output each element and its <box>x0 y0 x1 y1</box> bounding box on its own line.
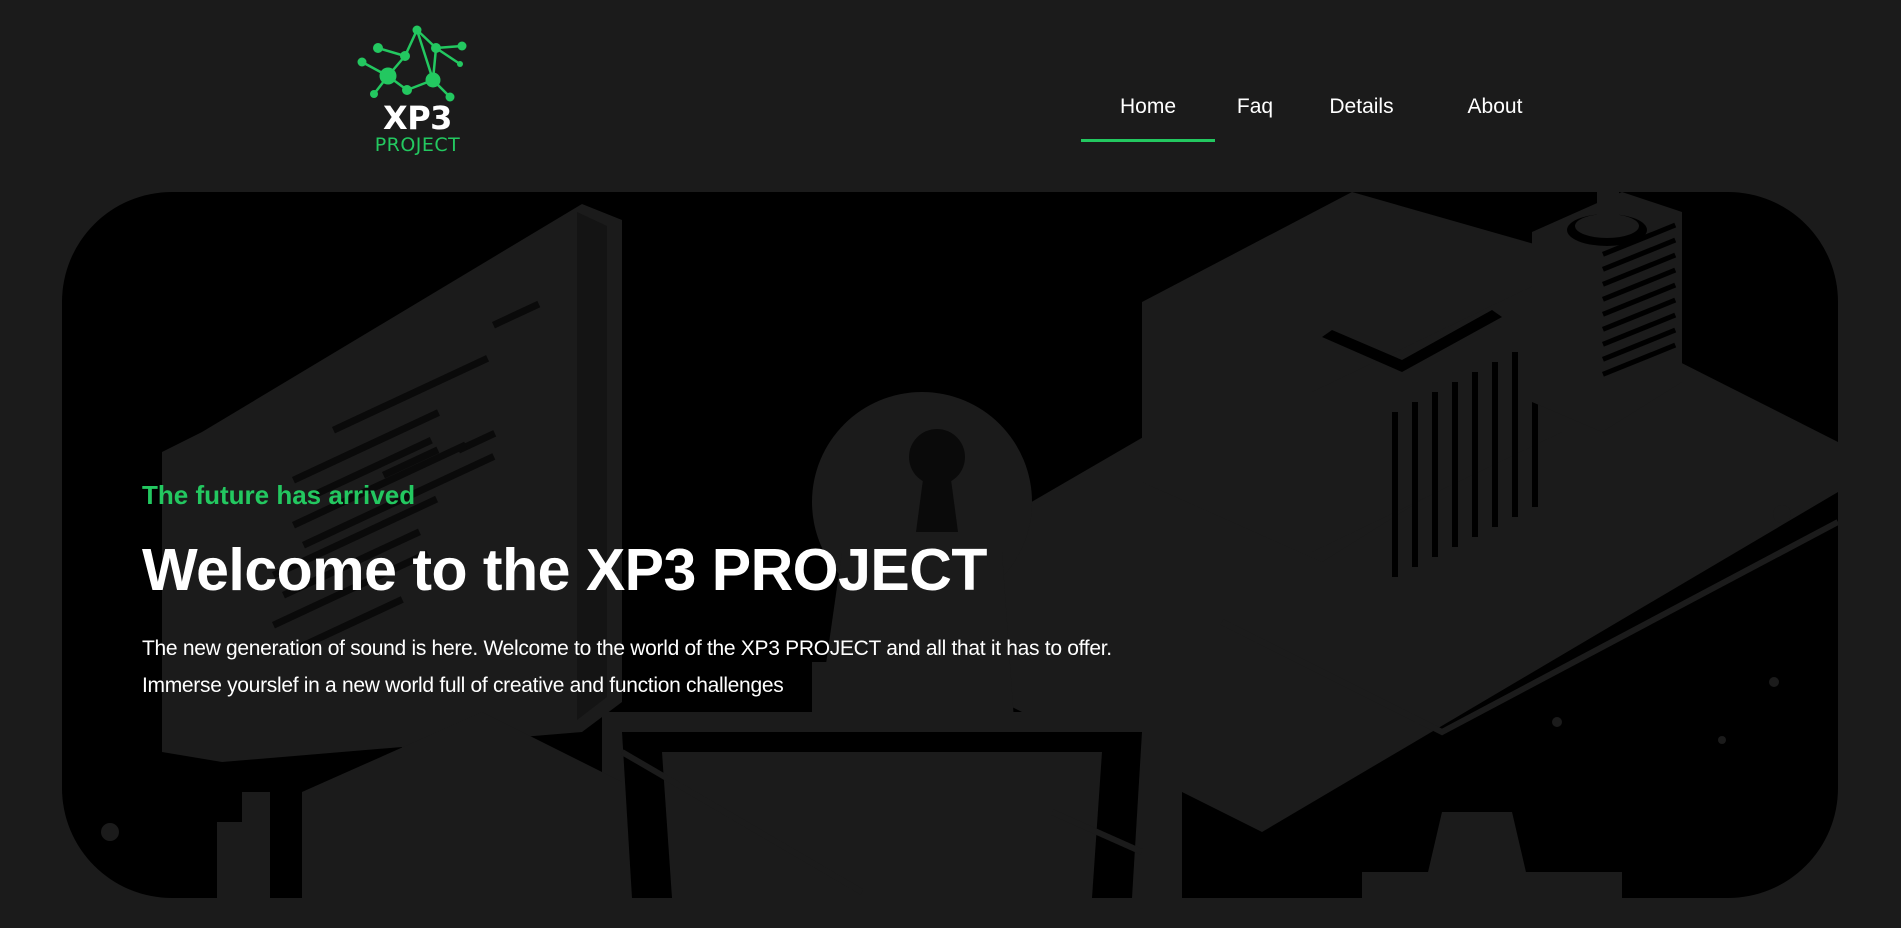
logo-subtitle: PROJECT <box>374 134 461 156</box>
logo-title: XP3 <box>383 99 452 137</box>
hero-banner: The future has arrived Welcome to the XP… <box>62 192 1838 898</box>
nav-faq[interactable]: Faq <box>1215 76 1295 142</box>
nav-faq-label: Faq <box>1236 95 1274 118</box>
nav-home-label: Home <box>1119 95 1177 118</box>
hero-description-line-1: The new generation of sound is here. Wel… <box>142 637 1112 660</box>
nav-about-label: About <box>1467 95 1523 118</box>
main-nav: Home Faq Details About <box>1081 96 1562 142</box>
hero-description: The new generation of sound is here. Wel… <box>142 630 1112 704</box>
hero-description-line-2: Immerse yourslef in a new world full of … <box>142 674 784 697</box>
logo[interactable]: XP3 PROJECT <box>350 24 485 159</box>
nav-about[interactable]: About <box>1428 76 1562 142</box>
nav-home[interactable]: Home <box>1081 76 1215 142</box>
hero-title: Welcome to the XP3 PROJECT <box>142 537 987 603</box>
hero-eyebrow: The future has arrived <box>142 480 416 510</box>
network-nodes-icon <box>357 25 467 102</box>
nav-details[interactable]: Details <box>1295 76 1428 142</box>
hero-content: The future has arrived Welcome to the XP… <box>142 482 1112 704</box>
nav-details-label: Details <box>1329 95 1394 118</box>
page: XP3 PROJECT Home Faq Details About The f… <box>0 0 1901 928</box>
